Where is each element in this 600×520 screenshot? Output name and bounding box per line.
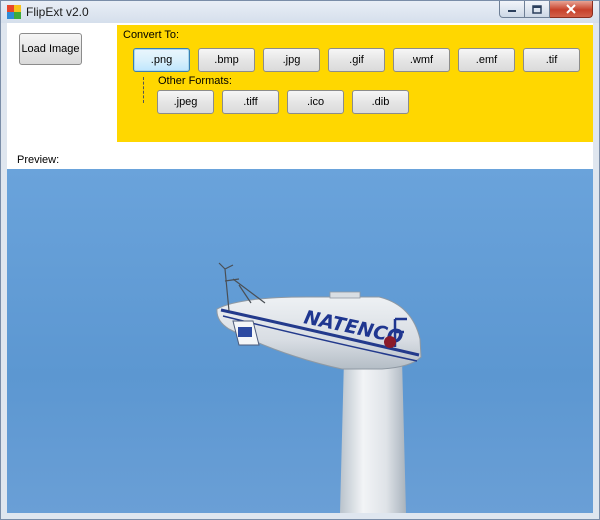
wind-turbine-photo: NATENCO [216,262,422,513]
format-button-emf[interactable]: .emf [458,48,515,72]
other-formats-label: Other Formats: [158,75,232,87]
title-bar[interactable]: FlipExt v2.0 [1,1,599,23]
format-button-jpg[interactable]: .jpg [263,48,320,72]
window-controls [499,1,593,19]
maximize-button[interactable] [525,1,550,18]
app-logo-icon [7,5,21,19]
close-icon [566,4,576,14]
format-button-ico[interactable]: .ico [287,90,344,114]
format-button-tif[interactable]: .tif [523,48,580,72]
preview-image: NATENCO [7,169,593,513]
turbine-tower [340,359,406,513]
format-button-bmp[interactable]: .bmp [198,48,255,72]
convert-panel: Convert To: .png .bmp .jpg .gif .wmf .em… [117,25,593,142]
group-divider [143,77,144,103]
minimize-icon [508,10,516,12]
close-button[interactable] [550,1,593,18]
format-button-wmf[interactable]: .wmf [393,48,450,72]
format-button-dib[interactable]: .dib [352,90,409,114]
app-window: FlipExt v2.0 Load Image Convert To: .png… [0,0,600,520]
load-image-button[interactable]: Load Image [19,33,82,65]
format-button-gif[interactable]: .gif [328,48,385,72]
format-button-jpeg[interactable]: .jpeg [157,90,214,114]
preview-label: Preview: [17,154,60,166]
format-button-tiff[interactable]: .tiff [222,90,279,114]
client-area: Load Image Convert To: .png .bmp .jpg .g… [7,23,593,513]
minimize-button[interactable] [499,1,525,18]
window-title: FlipExt v2.0 [26,5,89,19]
other-formats-row: .jpeg .tiff .ico .dib [157,90,409,114]
format-button-png[interactable]: .png [133,48,190,72]
convert-to-label: Convert To: [123,29,180,41]
primary-formats-row: .png .bmp .jpg .gif .wmf .emf .tif [133,48,580,72]
maximize-icon [532,4,542,14]
